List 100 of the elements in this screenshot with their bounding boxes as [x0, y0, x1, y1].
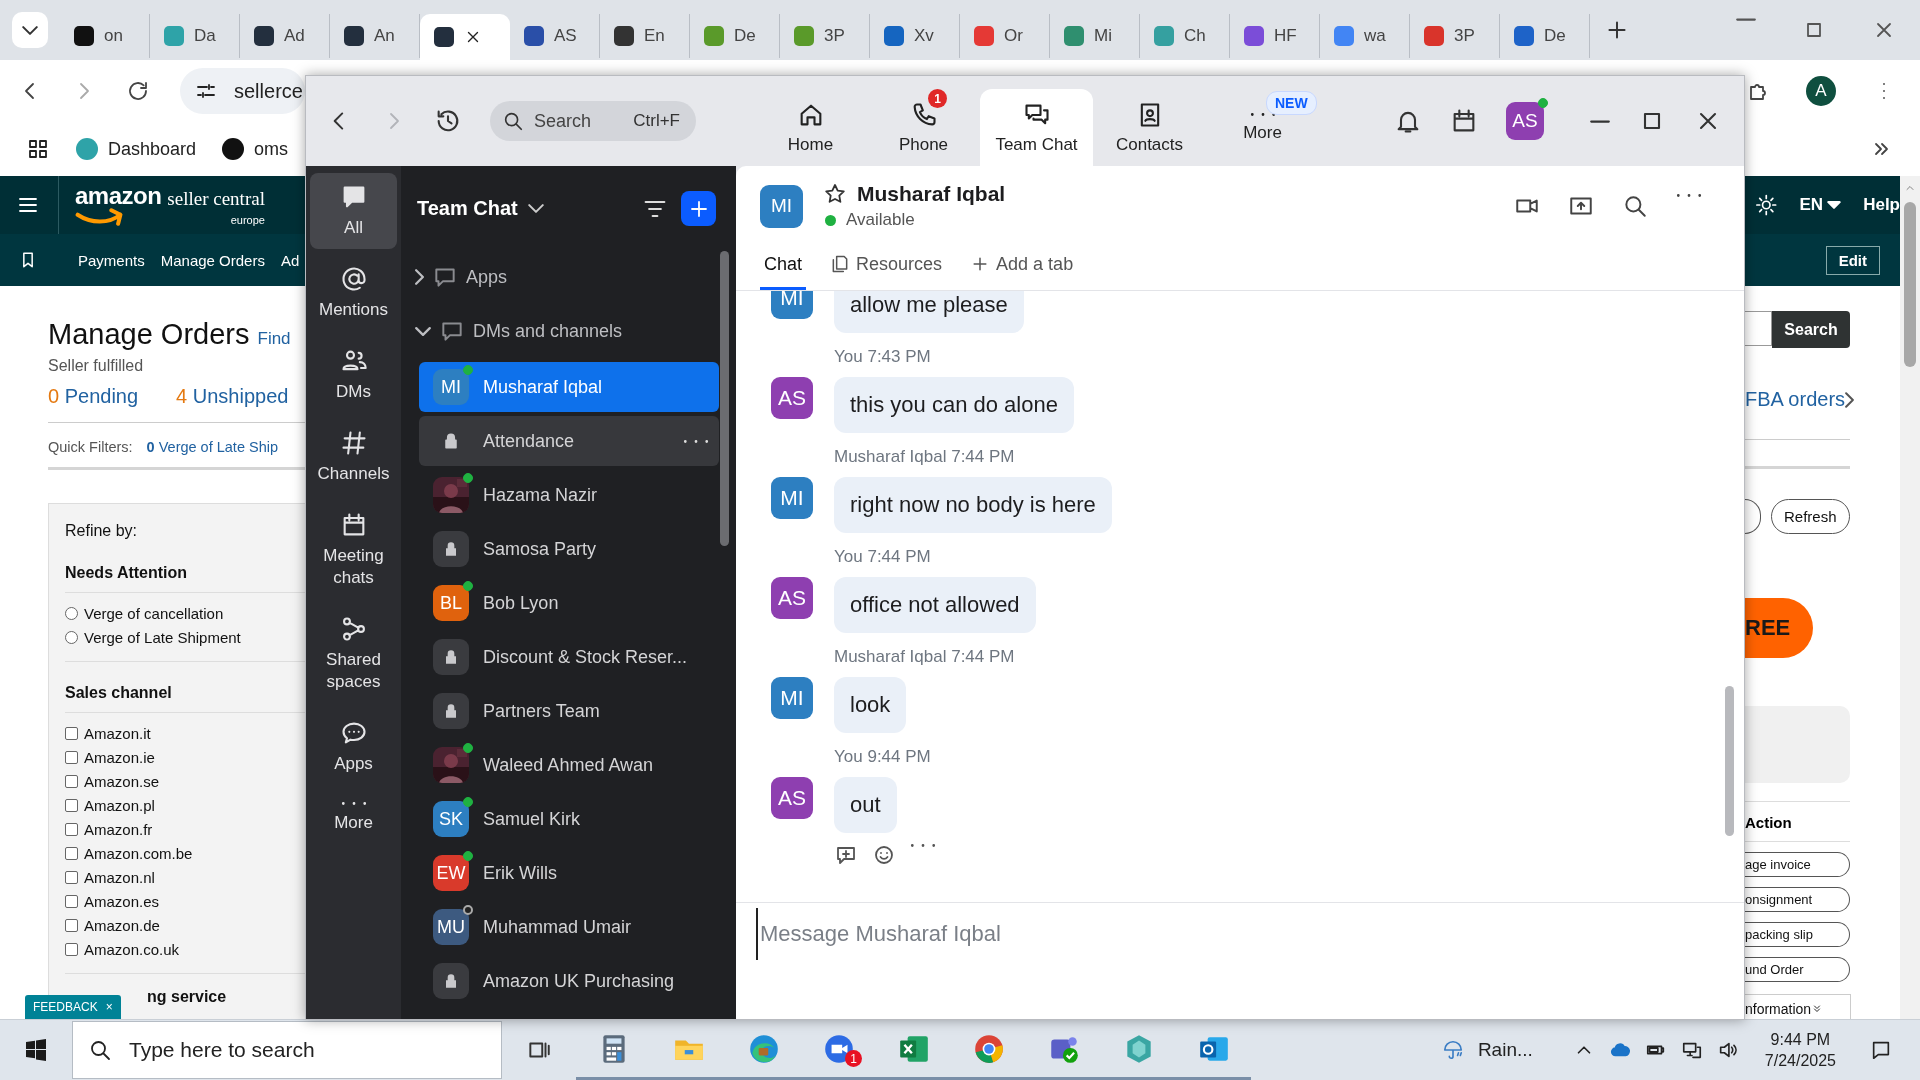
browser-tab[interactable]: 3P — [780, 14, 870, 58]
nav-link[interactable]: Manage Orders — [160, 251, 265, 269]
section-header[interactable]: DMs and channels — [401, 303, 736, 359]
panel-title[interactable]: Team Chat — [417, 197, 544, 220]
chat-item[interactable]: MU Muhammad Umair — [419, 902, 719, 952]
chat-item[interactable]: Partners Team — [419, 686, 719, 736]
quick-filter-link[interactable]: 0 Verge of Late Ship — [146, 439, 278, 455]
chat-item[interactable]: MI Musharaf Iqbal — [419, 362, 719, 412]
more-icon[interactable] — [910, 843, 936, 848]
weather-text[interactable]: Rain... — [1477, 1039, 1533, 1061]
scrollbar-track[interactable] — [1900, 176, 1920, 1019]
scrollbar-thumb[interactable] — [1904, 202, 1916, 367]
chat-tab[interactable]: Add a tab — [966, 254, 1078, 290]
message-field[interactable]: Message Musharaf Iqbal — [756, 908, 1724, 960]
browser-tab[interactable]: De — [690, 14, 780, 58]
checkbox[interactable] — [65, 726, 78, 740]
chat-item[interactable]: Amazon UK Purchasing — [419, 956, 719, 1006]
checkbox[interactable] — [65, 798, 78, 812]
browser-tab[interactable]: Or — [960, 14, 1050, 58]
chat-item[interactable]: EW Erik Wills — [419, 848, 719, 898]
sidebar-item[interactable]: Apps — [310, 709, 397, 785]
promo-button[interactable]: REE — [1745, 598, 1813, 658]
sidebar-item[interactable]: Meeting chats — [310, 501, 397, 599]
sidebar-item[interactable]: Channels — [310, 419, 397, 495]
scrollbar[interactable] — [720, 251, 729, 546]
chat-item[interactable]: BL Bob Lyon — [419, 578, 719, 628]
browser-tab[interactable]: Ch — [1140, 14, 1230, 58]
browser-tab[interactable]: De — [1500, 14, 1590, 58]
nav-link[interactable]: Ad — [280, 251, 300, 269]
apps-grid-icon[interactable] — [26, 137, 50, 161]
settings-icon[interactable] — [1755, 193, 1778, 217]
tab-list-button[interactable] — [12, 12, 48, 48]
rain-umbrella-icon[interactable] — [1441, 1039, 1464, 1061]
action-button[interactable]: packing slip — [1745, 922, 1850, 947]
profile-avatar[interactable]: A — [1806, 76, 1836, 106]
nav-tab[interactable]: 1 Phone — [867, 89, 980, 166]
new-chat-button[interactable] — [681, 191, 716, 226]
browser-tab[interactable]: HF — [1230, 14, 1320, 58]
order-count-link[interactable]: 0 Pending — [48, 385, 139, 408]
address-bar[interactable]: sellerce — [180, 68, 305, 114]
taskbar-search-field[interactable]: Type here to search — [72, 1021, 502, 1079]
action-button[interactable]: age invoice — [1745, 852, 1850, 877]
windows-start-icon[interactable] — [24, 1038, 48, 1062]
sidebar-item[interactable]: More — [310, 791, 397, 844]
edit-button[interactable]: Edit — [1825, 245, 1880, 275]
checkbox[interactable] — [65, 774, 78, 788]
scrollbar[interactable] — [1725, 686, 1734, 836]
browser-tab[interactable]: En — [600, 14, 690, 58]
emoji-icon[interactable] — [872, 843, 896, 867]
fba-orders-link[interactable]: FBA orders — [1745, 388, 1855, 411]
radio-button[interactable] — [65, 630, 78, 644]
section-header[interactable]: Apps — [401, 251, 736, 303]
bookmark[interactable]: Dashboard — [76, 138, 197, 160]
find-link[interactable]: Find — [257, 329, 291, 349]
more-information-button[interactable]: nformation — [1745, 994, 1851, 1019]
checkbox[interactable] — [65, 822, 78, 836]
clock-date[interactable]: 7/24/2025 — [1764, 1051, 1836, 1070]
browser-tab[interactable]: An — [330, 14, 420, 58]
browser-tab[interactable]: wa — [1320, 14, 1410, 58]
browser-tab[interactable]: Da — [150, 14, 240, 58]
sidebar-item[interactable]: Mentions — [310, 255, 397, 331]
nav-tab[interactable]: Team Chat — [980, 89, 1093, 166]
chat-item[interactable]: Waleed Ahmed Awan — [419, 740, 719, 790]
star-icon[interactable] — [823, 182, 847, 206]
checkbox[interactable] — [65, 918, 78, 932]
chat-tab[interactable]: Resources — [826, 254, 947, 290]
order-count-link[interactable]: 4 Unshipped — [176, 385, 289, 408]
nav-tab[interactable]: Home — [754, 89, 867, 166]
search-button[interactable]: Search — [1772, 311, 1850, 348]
chat-item[interactable]: Discount & Stock Reser... — [419, 632, 719, 682]
action-button[interactable]: onsignment — [1745, 887, 1850, 912]
sidebar-item[interactable]: DMs — [310, 337, 397, 413]
sidebar-item[interactable]: Shared spaces — [310, 605, 397, 703]
language-selector[interactable]: EN — [1799, 195, 1842, 215]
chat-item[interactable]: Attendance — [419, 416, 719, 466]
bookmark[interactable]: oms — [222, 138, 289, 160]
checkbox[interactable] — [65, 894, 78, 908]
nav-tab[interactable]: NEW More — [1206, 89, 1319, 166]
reload-icon[interactable] — [126, 79, 150, 103]
browser-tab[interactable]: Xv — [870, 14, 960, 58]
feedback-button[interactable]: FEEDBACK × — [25, 995, 121, 1019]
notifications-icon[interactable] — [1870, 1039, 1892, 1061]
nav-tab[interactable]: Contacts — [1093, 89, 1206, 166]
chat-item[interactable]: Hazama Nazir — [419, 470, 719, 520]
browser-tab[interactable]: Ad — [240, 14, 330, 58]
search-icon[interactable] — [1622, 193, 1648, 219]
search-field[interactable] — [1745, 311, 1772, 346]
sidebar-item[interactable]: All — [310, 173, 397, 249]
clock-time[interactable]: 9:44 PM — [1770, 1030, 1831, 1049]
refresh-button[interactable]: Refresh — [1771, 499, 1850, 534]
more-icon[interactable] — [1676, 193, 1702, 198]
help-link[interactable]: Help — [1863, 195, 1900, 215]
nav-link[interactable]: Payments — [78, 251, 145, 269]
browser-tab[interactable] — [420, 14, 510, 60]
chat-item[interactable]: SK Samuel Kirk — [419, 794, 719, 844]
action-button[interactable]: und Order — [1745, 957, 1850, 982]
checkbox[interactable] — [65, 942, 78, 956]
checkbox[interactable] — [65, 846, 78, 860]
browser-tab[interactable]: Mi — [1050, 14, 1140, 58]
radio-button[interactable] — [65, 606, 78, 620]
